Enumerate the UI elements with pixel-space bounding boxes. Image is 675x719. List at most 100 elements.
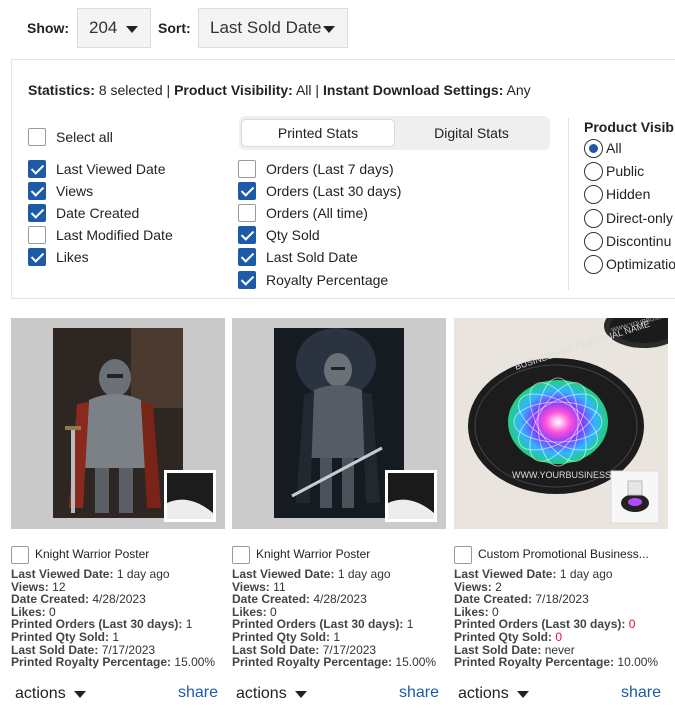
chevron-down-icon [323,26,335,33]
separator: | [166,82,171,98]
settings-summary: Statistics: 8 selected | Product Visibil… [28,82,531,98]
stat-value: 7/18/2023 [535,592,589,607]
stat-value: 1 day ago [337,567,391,581]
actions-label: actions [458,685,509,702]
visibility-option-hidden[interactable]: Hidden [584,184,650,204]
product-select-checkbox[interactable] [11,546,29,564]
printed-stat-label: Orders (All time) [266,205,368,221]
checked-checkbox[interactable] [28,248,46,266]
product-title[interactable]: Knight Warrior Poster [35,547,149,561]
stat-option-last-viewed-date[interactable]: Last Viewed Date [28,159,165,179]
stats-tabs: Printed Stats Digital Stats [239,116,550,150]
share-link[interactable]: share [399,684,439,702]
stat-value: 4/28/2023 [313,592,367,607]
stat-label: Printed Royalty Percentage: [232,655,393,670]
visibility-option-label: Optimizatio [606,256,675,272]
stat-option-last-modified-date[interactable]: Last Modified Date [28,225,173,245]
actions-dropdown[interactable]: actions [236,685,307,703]
checkbox[interactable] [238,204,256,222]
product-thumbnail[interactable]: BUSINESS OR PERSONAL NAME WWW.YOURBUSINE… [454,318,668,529]
statistics-label: Statistics: [28,82,95,98]
stat-value: 1 [406,617,414,632]
stat-value: 1 [185,617,193,632]
visibility-option-optimizatio[interactable]: Optimizatio [584,254,675,274]
stat-value: 1 day ago [116,567,170,581]
chevron-down-icon [126,26,138,33]
printed-stat-label: Last Sold Date [266,249,358,265]
printed-stat-orders-last-7-days[interactable]: Orders (Last 7 days) [238,159,394,179]
visibility-label: Product Visibility: [174,82,293,98]
actions-dropdown[interactable]: actions [458,685,529,703]
visibility-option-all[interactable]: All [584,138,622,158]
radio-button[interactable] [584,138,603,158]
sort-value: Last Sold Date [210,18,322,37]
product-select-checkbox[interactable] [454,546,472,564]
actions-label: actions [236,685,287,702]
product-stats: Last Viewed Date: 1 day ago Views: 11 Date… [232,568,436,669]
share-link[interactable]: share [621,684,661,702]
select-all-checkbox[interactable]: Select all [28,127,113,147]
checked-checkbox[interactable] [238,226,256,244]
stat-value: 15.00% [174,655,216,670]
sort-dropdown[interactable]: Last Sold Date [198,8,348,48]
printed-stat-last-sold-date[interactable]: Last Sold Date [238,247,358,267]
stat-value: 10.00% [617,655,659,670]
checked-checkbox[interactable] [28,182,46,200]
show-count-dropdown[interactable]: 204 [77,8,151,48]
printed-stat-orders-last-30-days[interactable]: Orders (Last 30 days) [238,181,401,201]
visibility-option-discontinu[interactable]: Discontinu [584,231,671,251]
product-title[interactable]: Knight Warrior Poster [256,547,370,561]
visibility-option-label: All [606,140,622,156]
printed-stat-orders-all-time[interactable]: Orders (All time) [238,203,368,223]
checkbox[interactable] [238,160,256,178]
checked-checkbox[interactable] [28,204,46,222]
chevron-down-icon [294,690,307,698]
stat-line-royalty: Printed Royalty Percentage: 15.00% [11,656,215,669]
checkbox[interactable] [28,226,46,244]
tab-digital-stats[interactable]: Digital Stats [396,119,547,147]
product-title[interactable]: Custom Promotional Business... [478,547,649,561]
radio-button[interactable] [584,254,603,274]
stat-option-label: Likes [56,249,89,265]
chevron-down-icon [73,690,86,698]
checkbox[interactable] [28,128,46,146]
product-card: Knight Warrior Poster Last Viewed Date: 1… [232,318,446,718]
printed-stat-label: Orders (Last 7 days) [266,161,394,177]
radio-button[interactable] [584,161,603,181]
stat-option-date-created[interactable]: Date Created [28,203,139,223]
checked-checkbox[interactable] [238,248,256,266]
show-label: Show: [27,20,69,36]
divider [568,118,569,290]
product-visibility-title: Product Visibil [584,119,675,135]
stat-option-views[interactable]: Views [28,181,93,201]
stat-option-likes[interactable]: Likes [28,247,89,267]
actions-dropdown[interactable]: actions [15,685,86,703]
checked-checkbox[interactable] [238,182,256,200]
product-thumbnail[interactable] [232,318,446,529]
stats-settings-panel: Statistics: 8 selected | Product Visibil… [11,59,675,299]
share-link[interactable]: share [178,684,218,702]
radio-button[interactable] [584,231,603,251]
printed-stat-royalty-percentage[interactable]: Royalty Percentage [238,270,388,290]
printed-stat-qty-sold[interactable]: Qty Sold [238,225,320,245]
statistics-value: 8 selected [98,82,163,98]
stat-label: Printed Royalty Percentage: [454,655,615,670]
tab-printed-stats[interactable]: Printed Stats [241,119,395,147]
visibility-option-direct-only[interactable]: Direct-only [584,208,673,228]
checked-checkbox[interactable] [238,271,256,289]
stat-option-label: Last Viewed Date [56,161,166,177]
stat-option-label: Date Created [56,205,140,221]
radio-button[interactable] [584,208,603,228]
product-thumbnail[interactable] [11,318,225,529]
product-card: Knight Warrior Poster Last Viewed Date: 1… [11,318,225,718]
stat-line-royalty: Printed Royalty Percentage: 15.00% [232,656,436,669]
separator: | [315,82,320,98]
stat-value: 0 [628,617,636,632]
visibility-option-label: Hidden [606,186,651,202]
checked-checkbox[interactable] [28,160,46,178]
stat-option-label: Views [56,183,94,199]
radio-button[interactable] [584,184,603,204]
product-select-checkbox[interactable] [232,546,250,564]
printed-stat-label: Orders (Last 30 days) [266,183,402,199]
visibility-option-public[interactable]: Public [584,161,644,181]
